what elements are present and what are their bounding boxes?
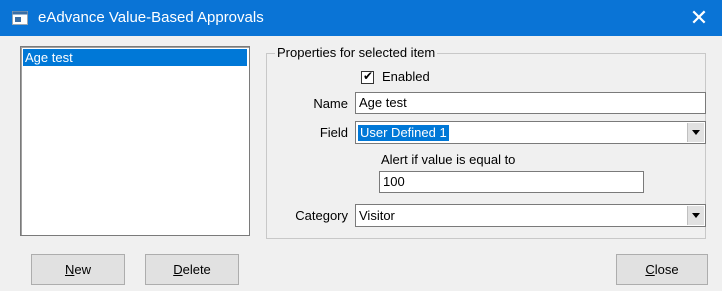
- enabled-label: Enabled: [382, 69, 430, 84]
- window-title: eAdvance Value-Based Approvals: [38, 9, 264, 26]
- chevron-down-icon: [692, 213, 700, 218]
- alert-label: Alert if value is equal to: [381, 152, 516, 167]
- approvals-list[interactable]: Age test: [20, 46, 250, 236]
- new-button[interactable]: New: [31, 254, 125, 285]
- field-dropdown-button[interactable]: [687, 123, 704, 142]
- close-icon[interactable]: ✕: [676, 0, 722, 36]
- title-bar[interactable]: eAdvance Value-Based Approvals ✕: [0, 0, 722, 36]
- app-window-icon: [12, 11, 28, 25]
- category-dropdown-button[interactable]: [687, 206, 704, 225]
- checkmark-icon: ✔: [363, 69, 374, 83]
- category-dropdown[interactable]: Visitor: [355, 204, 706, 227]
- field-value: User Defined 1: [358, 125, 449, 141]
- enabled-checkbox[interactable]: ✔: [361, 69, 374, 84]
- category-value: Visitor: [359, 208, 395, 223]
- category-label: Category: [295, 208, 348, 223]
- alert-value-field[interactable]: 100: [379, 171, 644, 193]
- delete-button[interactable]: Delete: [145, 254, 239, 285]
- list-item[interactable]: Age test: [23, 49, 247, 66]
- field-label: Field: [319, 125, 348, 140]
- chevron-down-icon: [692, 130, 700, 135]
- close-button[interactable]: Close: [616, 254, 708, 285]
- name-label: Name: [313, 96, 348, 111]
- dialog-window: eAdvance Value-Based Approvals ✕ Age tes…: [0, 0, 722, 291]
- group-legend: Properties for selected item: [275, 45, 438, 60]
- name-field[interactable]: Age test: [355, 92, 706, 114]
- field-dropdown[interactable]: User Defined 1: [355, 121, 706, 144]
